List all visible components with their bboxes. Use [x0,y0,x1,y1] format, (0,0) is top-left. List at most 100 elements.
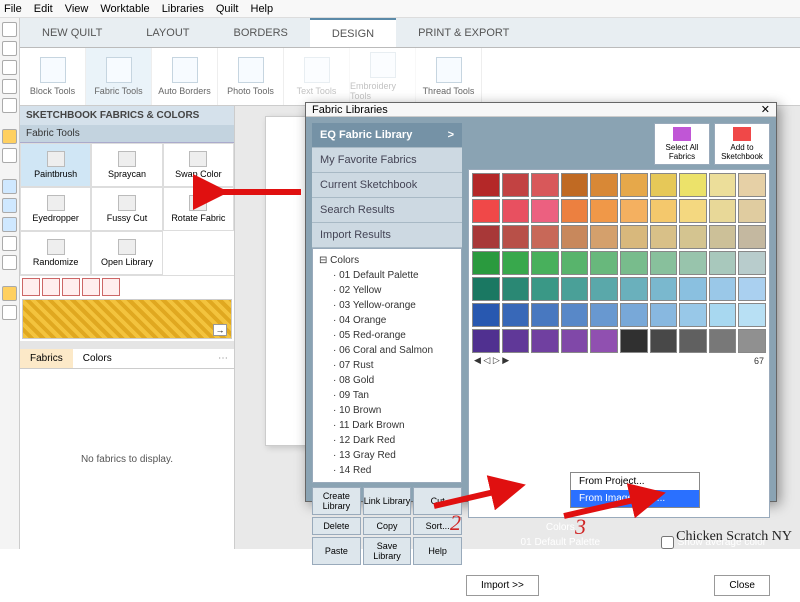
tab-borders[interactable]: BORDERS [212,18,310,47]
swatch[interactable] [472,251,500,275]
swatch[interactable] [531,329,559,353]
lib-btn-link-library[interactable]: Link Library [363,487,412,515]
swatch[interactable] [650,329,678,353]
lib-btn-save-library[interactable]: Save Library [363,537,412,565]
tool-spraycan[interactable]: Spraycan [91,143,162,187]
import-from-project[interactable]: From Project... [571,473,699,490]
swatch[interactable] [738,251,766,275]
swatch[interactable] [502,173,530,197]
swatch[interactable] [472,173,500,197]
tree-item[interactable]: · 04 Orange [319,313,455,328]
tree-root[interactable]: ⊟ Colors [319,253,455,268]
lib-btn-paste[interactable]: Paste [312,537,361,565]
swatch[interactable] [738,225,766,249]
tool-open-library[interactable]: Open Library [91,231,162,275]
tree-item[interactable]: · 14 Red [319,463,455,478]
lib-btn-copy[interactable]: Copy [363,517,412,535]
swatch[interactable] [709,303,737,327]
swatch[interactable] [472,277,500,301]
tool-icon[interactable] [2,236,17,251]
tool-eyedropper[interactable]: Eyedropper [20,187,91,231]
swatch[interactable] [502,251,530,275]
nav-icons[interactable]: ◀ ◁ ▷ ▶ [474,355,509,366]
swatch[interactable] [709,329,737,353]
ribbon-fabric-tools[interactable]: Fabric Tools [86,48,152,105]
swatch[interactable] [502,199,530,223]
ribbon-thread-tools[interactable]: Thread Tools [416,48,482,105]
tab-new-quilt[interactable]: NEW QUILT [20,18,124,47]
swatch[interactable] [679,329,707,353]
zoom-out-icon[interactable] [2,198,17,213]
swatch[interactable] [738,277,766,301]
menu-file[interactable]: File [4,3,22,15]
swatch[interactable] [620,303,648,327]
tool-icon[interactable] [2,41,17,56]
swatch-area[interactable]: ◀ ◁ ▷ ▶ 67 [468,169,770,518]
swatch[interactable] [679,251,707,275]
menu-libraries[interactable]: Libraries [162,3,204,15]
swatch[interactable] [590,199,618,223]
swatch[interactable] [620,173,648,197]
swatch[interactable] [650,277,678,301]
swatch[interactable] [590,277,618,301]
swatch[interactable] [590,225,618,249]
swatch[interactable] [561,277,589,301]
brush-icon[interactable] [62,278,80,296]
close-icon[interactable]: ✕ [761,103,770,116]
zoom-fit-icon[interactable] [2,217,17,232]
library-tree[interactable]: ⊟ Colors · 01 Default Palette· 02 Yellow… [312,248,462,483]
tool-icon[interactable] [2,148,17,163]
ribbon-auto-borders[interactable]: Auto Borders [152,48,218,105]
swatch[interactable] [590,329,618,353]
cat-search-results[interactable]: Search Results [312,198,462,223]
ribbon-photo-tools[interactable]: Photo Tools [218,48,284,105]
brush-icon[interactable] [22,278,40,296]
swatch[interactable] [738,199,766,223]
tool-icon[interactable] [2,79,17,94]
swatch[interactable] [620,277,648,301]
swatch[interactable] [502,329,530,353]
brush-icon[interactable] [82,278,100,296]
swatch[interactable] [650,199,678,223]
swatch[interactable] [531,225,559,249]
dialog-titlebar[interactable]: Fabric Libraries ✕ [306,103,776,117]
swatch[interactable] [709,173,737,197]
menu-worktable[interactable]: Worktable [100,3,149,15]
tool-icon[interactable] [2,60,17,75]
swatch[interactable] [561,329,589,353]
swatch[interactable] [561,225,589,249]
tree-item[interactable]: · 08 Gold [319,373,455,388]
swatch[interactable] [738,303,766,327]
menu-edit[interactable]: Edit [34,3,53,15]
tool-icon[interactable] [2,22,17,37]
brush-icon[interactable] [102,278,120,296]
swatch[interactable] [679,225,707,249]
tree-item[interactable]: · 06 Coral and Salmon [319,343,455,358]
tree-item[interactable]: · 07 Rust [319,358,455,373]
swatch[interactable] [620,199,648,223]
swatch[interactable] [679,199,707,223]
swatch[interactable] [531,173,559,197]
tab-design[interactable]: DESIGN [310,18,396,47]
menu-view[interactable]: View [65,3,89,15]
add-to-sketchbook-button[interactable]: Add to Sketchbook [714,123,770,165]
cat-current-sketchbook[interactable]: Current Sketchbook [312,173,462,198]
tab-print-export[interactable]: PRINT & EXPORT [396,18,531,47]
tree-item[interactable]: · 03 Yellow-orange [319,298,455,313]
swatch[interactable] [709,199,737,223]
swatch[interactable] [650,303,678,327]
tool-randomize[interactable]: Randomize [20,231,91,275]
swatch[interactable] [561,303,589,327]
tab-layout[interactable]: LAYOUT [124,18,211,47]
close-button[interactable]: Close [714,575,770,596]
swatch[interactable] [709,251,737,275]
swatch[interactable] [709,277,737,301]
tree-item[interactable]: · 12 Dark Red [319,433,455,448]
brush-icon[interactable] [42,278,60,296]
swatch[interactable] [620,329,648,353]
swatch[interactable] [531,251,559,275]
tool-paintbrush[interactable]: Paintbrush [20,143,91,187]
swatch[interactable] [650,251,678,275]
swatch[interactable] [590,303,618,327]
cat-eq-fabric-library[interactable]: EQ Fabric Library> [312,123,462,148]
